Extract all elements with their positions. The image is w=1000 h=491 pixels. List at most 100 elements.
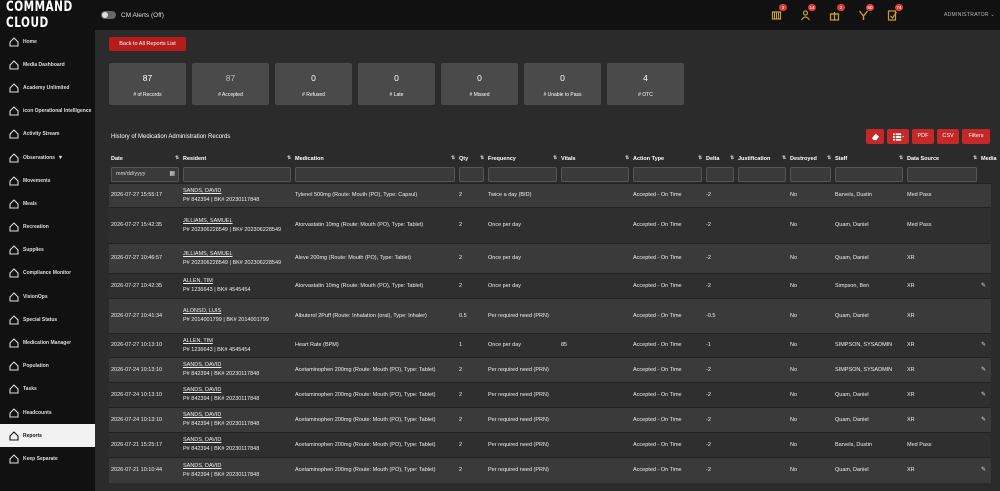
column-header[interactable]: Data Source bbox=[907, 156, 939, 162]
pdf-button[interactable]: PDF bbox=[912, 129, 934, 144]
column-filter-input[interactable] bbox=[183, 167, 291, 182]
resident-link[interactable]: JILLIAMS, SAMUEL P# 202306228549 | BK# 20… bbox=[183, 217, 281, 235]
sidebar-item-keep-separate[interactable]: Keep Separate bbox=[0, 447, 95, 470]
resident-name[interactable]: ALLEN, TIM bbox=[183, 278, 213, 284]
column-header[interactable]: Delta bbox=[706, 156, 719, 162]
sort-icon[interactable]: ⇅ bbox=[480, 155, 484, 161]
media-attachment-icon[interactable]: ✎ bbox=[981, 366, 986, 375]
column-filter-input[interactable] bbox=[459, 167, 484, 182]
table-row[interactable]: 2026-07-27 10:41:34 ALONSO, LUIS P# 201400… bbox=[109, 298, 991, 333]
column-filter-input[interactable] bbox=[706, 167, 734, 182]
column-filter-input[interactable] bbox=[907, 167, 977, 182]
sidebar-item-supplies[interactable]: Supplies bbox=[0, 239, 95, 262]
sidebar-item-special-status[interactable]: Special Status bbox=[0, 308, 95, 331]
resident-link[interactable]: ALONSO, LUIS P# 2014001799 | BK# 20140017… bbox=[183, 307, 269, 325]
table-row[interactable]: 2026-07-21 10:10:44 SANDS, DAVID P# 842394… bbox=[109, 457, 991, 483]
table-row[interactable]: 2026-07-21 15:25:17 SANDS, DAVID P# 842394… bbox=[109, 432, 991, 457]
resident-link[interactable]: SANDS, DAVID P# 842394 | BK# 20230117848 bbox=[183, 361, 259, 379]
resident-name[interactable]: ALLEN, TIM bbox=[183, 338, 213, 344]
media-attachment-icon[interactable]: ✎ bbox=[981, 341, 986, 350]
sidebar-item-activity-stream[interactable]: Activity Stream bbox=[0, 123, 95, 146]
sort-icon[interactable]: ⇅ bbox=[899, 155, 903, 161]
column-filter-input[interactable] bbox=[561, 167, 629, 182]
column-toggle-button[interactable] bbox=[887, 129, 909, 144]
topbar-tasks-button[interactable]: 74 bbox=[884, 4, 913, 26]
sort-icon[interactable]: ⇅ bbox=[973, 155, 977, 161]
column-header[interactable]: Staff bbox=[835, 156, 847, 162]
sidebar-item-reports[interactable]: Reports bbox=[0, 424, 95, 448]
sidebar-item-meals[interactable]: Meals bbox=[0, 192, 95, 215]
column-filter-input[interactable] bbox=[488, 167, 557, 182]
column-filter-input[interactable] bbox=[835, 167, 903, 182]
resident-link[interactable]: ALLEN, TIM P# 1236643 | BK# 4545454 bbox=[183, 337, 251, 355]
sort-icon[interactable]: ⇅ bbox=[698, 155, 702, 161]
table-row[interactable]: 2026-07-27 10:13:10 ALLEN, TIM P# 1236643 … bbox=[109, 333, 991, 357]
resident-link[interactable]: SANDS, DAVID P# 842394 | BK# 20230117848 bbox=[183, 187, 259, 205]
calendar-icon[interactable]: ▦ bbox=[169, 168, 175, 181]
user-menu[interactable]: ADMINISTRATOR ⌄ bbox=[944, 12, 995, 18]
csv-button[interactable]: CSV bbox=[937, 129, 959, 144]
column-filter-input[interactable] bbox=[295, 167, 455, 182]
sidebar-item-home[interactable]: Home bbox=[0, 30, 95, 53]
sort-icon[interactable]: ⇅ bbox=[625, 155, 629, 161]
date-filter-input[interactable]: mm/dd/yyyy ▦ bbox=[111, 167, 179, 182]
sidebar-item-movements[interactable]: Movements bbox=[0, 169, 95, 192]
media-attachment-icon[interactable]: ✎ bbox=[981, 391, 986, 400]
column-header[interactable]: Date bbox=[111, 156, 123, 162]
table-row[interactable]: 2026-07-27 10:46:57 JILLIAMS, SAMUEL P# 20… bbox=[109, 243, 991, 273]
filters-button[interactable]: Filters bbox=[962, 129, 990, 144]
column-header[interactable]: Vitals bbox=[561, 156, 576, 162]
column-header[interactable]: Qty bbox=[459, 156, 468, 162]
sort-icon[interactable]: ⇅ bbox=[553, 155, 557, 161]
column-header[interactable]: Destroyed bbox=[790, 156, 817, 162]
sidebar-item-recreation[interactable]: Recreation bbox=[0, 216, 95, 239]
resident-name[interactable]: SANDS, DAVID bbox=[183, 412, 221, 418]
sidebar-item-compliance-monitor[interactable]: Compliance Monitor bbox=[0, 262, 95, 285]
column-header[interactable]: Media bbox=[981, 156, 997, 162]
sidebar-item-visionops[interactable]: VisionOps bbox=[0, 285, 95, 308]
table-row[interactable]: 2026-07-24 10:13:10 SANDS, DAVID P# 842394… bbox=[109, 407, 991, 432]
resident-name[interactable]: SANDS, DAVID bbox=[183, 387, 221, 393]
table-row[interactable]: 2026-07-27 10:42:35 ALLEN, TIM P# 1236643 … bbox=[109, 273, 991, 298]
sidebar-item-observations[interactable]: Observations ▾ bbox=[0, 146, 95, 169]
sidebar-item-headcounts[interactable]: Headcounts bbox=[0, 401, 95, 424]
topbar-alerts-button[interactable]: 3 bbox=[768, 4, 797, 26]
column-header[interactable]: Resident bbox=[183, 156, 206, 162]
sort-icon[interactable]: ⇅ bbox=[451, 155, 455, 161]
resident-name[interactable]: SANDS, DAVID bbox=[183, 188, 221, 194]
resident-name[interactable]: SANDS, DAVID bbox=[183, 463, 221, 469]
column-filter-input[interactable] bbox=[633, 167, 702, 182]
back-to-reports-button[interactable]: Back to All Reports List bbox=[109, 37, 186, 51]
resident-name[interactable]: JILLIAMS, SAMUEL bbox=[183, 218, 233, 224]
sort-icon[interactable]: ⇅ bbox=[730, 155, 734, 161]
topbar-compliance-button[interactable]: 60 bbox=[855, 4, 884, 26]
resident-name[interactable]: SANDS, DAVID bbox=[183, 362, 221, 368]
media-attachment-icon[interactable]: ✎ bbox=[981, 282, 986, 291]
sort-icon[interactable]: ⇅ bbox=[175, 155, 179, 161]
resident-link[interactable]: JILLIAMS, SAMUEL P# 202306228549 | BK# 20… bbox=[183, 250, 281, 268]
sidebar-item-media-dashboard[interactable]: Media Dashboard bbox=[0, 53, 95, 76]
topbar-users-alert-button[interactable]: 14 bbox=[797, 4, 826, 26]
resident-link[interactable]: SANDS, DAVID P# 842394 | BK# 20230117848 bbox=[183, 411, 259, 429]
sidebar-item-tasks[interactable]: Tasks bbox=[0, 378, 95, 401]
table-row[interactable]: 2026-07-27 15:42:35 JILLIAMS, SAMUEL P# 20… bbox=[109, 207, 991, 243]
sidebar-item-academy-unlimited[interactable]: Academy Unlimited bbox=[0, 76, 95, 99]
sort-icon[interactable]: ⇅ bbox=[782, 155, 786, 161]
resident-name[interactable]: SANDS, DAVID bbox=[183, 437, 221, 443]
sort-icon[interactable]: ⇅ bbox=[287, 155, 291, 161]
column-header[interactable]: Action Type bbox=[633, 156, 664, 162]
table-row[interactable]: 2026-07-24 10:13:10 SANDS, DAVID P# 842394… bbox=[109, 357, 991, 382]
app-logo[interactable]: COMMAND CLOUD bbox=[0, 0, 95, 31]
resident-link[interactable]: SANDS, DAVID P# 842394 | BK# 20230117848 bbox=[183, 462, 259, 480]
resident-name[interactable]: ALONSO, LUIS bbox=[183, 308, 221, 314]
cm-alerts-toggle[interactable] bbox=[101, 11, 116, 19]
resident-name[interactable]: JILLIAMS, SAMUEL bbox=[183, 251, 233, 257]
column-header[interactable]: Medication bbox=[295, 156, 324, 162]
sidebar-item-population[interactable]: Population bbox=[0, 355, 95, 378]
resident-link[interactable]: SANDS, DAVID P# 842394 | BK# 20230117848 bbox=[183, 386, 259, 404]
sort-icon[interactable]: ⇅ bbox=[827, 155, 831, 161]
eraser-button[interactable] bbox=[866, 129, 884, 144]
sidebar-item-medication-manager[interactable]: Medication Manager bbox=[0, 331, 95, 354]
column-filter-input[interactable] bbox=[738, 167, 786, 182]
table-row[interactable]: 2026-07-27 15:55:17 SANDS, DAVID P# 842394… bbox=[109, 183, 991, 207]
